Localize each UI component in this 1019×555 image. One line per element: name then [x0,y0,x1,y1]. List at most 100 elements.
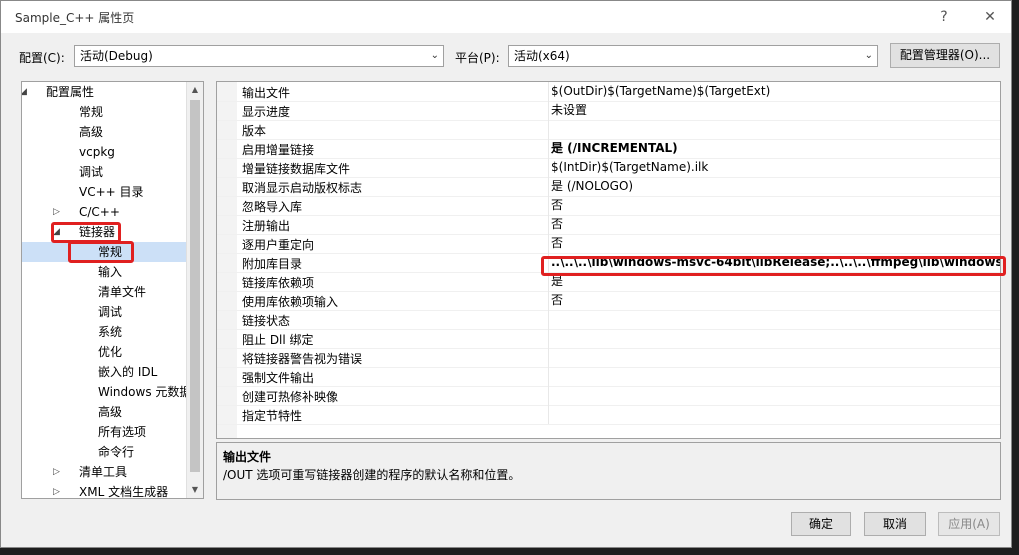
property-row[interactable]: 取消显示启动版权标志 是 (/NOLOGO) [217,177,1000,197]
scroll-up-icon[interactable]: ▲ [187,82,203,98]
tree-item-label: 清单工具 [79,465,128,479]
tree-item-label: 高级 [98,405,123,419]
config-select[interactable]: 活动(Debug) ⌄ [74,45,444,67]
description-title: 输出文件 [223,450,272,464]
cancel-button[interactable]: 取消 [864,512,926,536]
tree-item[interactable]: 调试 [22,302,188,322]
chevron-down-icon: ⌄ [864,50,873,61]
expand-icon[interactable]: ▷ [53,202,60,222]
tree-item-label: 常规 [79,105,104,119]
property-value[interactable] [548,367,1000,386]
property-row[interactable]: 逐用户重定向 否 [217,234,1000,254]
property-row[interactable]: 强制文件输出 [217,367,1000,387]
tree-item[interactable]: 输入 [22,262,188,282]
property-row[interactable]: 版本 [217,120,1000,140]
property-value[interactable]: 未设置 [548,101,1000,120]
close-icon[interactable]: ✕ [977,5,1003,29]
tree-item-label: 高级 [79,125,104,139]
property-value[interactable] [548,120,1000,139]
property-name: 附加库目录 [242,257,303,271]
tree-item[interactable]: ▷ XML 文档生成器 [22,482,188,499]
property-row[interactable]: 链接状态 [217,310,1000,330]
property-row[interactable]: 增量链接数据库文件 $(IntDir)$(TargetName).ilk [217,158,1000,178]
expand-icon[interactable]: ▷ [53,462,60,482]
tree-item[interactable]: 清单文件 [22,282,188,302]
property-value[interactable] [548,329,1000,348]
config-label: 配置(C): [19,51,65,65]
tree-item-label: 配置属性 [46,85,95,99]
tree-item[interactable]: 系统 [22,322,188,342]
platform-select[interactable]: 活动(x64) ⌄ [508,45,878,67]
property-value[interactable]: 否 [548,196,1000,215]
property-name: 忽略导入库 [242,200,303,214]
property-value[interactable]: 否 [548,291,1000,310]
window-title: Sample_C++ 属性页 [15,11,135,25]
property-value[interactable]: $(OutDir)$(TargetName)$(TargetExt) [548,82,1000,101]
tree-item[interactable]: 所有选项 [22,422,188,442]
property-name: 阻止 Dll 绑定 [242,333,314,347]
tree-scrollbar[interactable]: ▲ ▼ [186,82,203,498]
ok-button[interactable]: 确定 [791,512,851,536]
property-row[interactable]: 显示进度 未设置 [217,101,1000,121]
property-row[interactable]: 阻止 Dll 绑定 [217,329,1000,349]
property-value[interactable] [548,348,1000,367]
property-row[interactable]: 将链接器警告视为错误 [217,348,1000,368]
tree-item[interactable]: ▷ C/C++ [22,202,188,222]
property-name: 输出文件 [242,86,291,100]
help-icon[interactable]: ? [931,5,957,29]
property-row[interactable]: 启用增量链接 是 (/INCREMENTAL) [217,139,1000,159]
title-bar: Sample_C++ 属性页 ? ✕ [1,1,1011,33]
tree-item[interactable]: 调试 [22,162,188,182]
tree-item[interactable]: ◢ 配置属性 [22,82,188,102]
property-value[interactable] [548,405,1000,424]
config-value: 活动(Debug) [80,49,153,63]
property-pages-dialog: Sample_C++ 属性页 ? ✕ 配置(C): 活动(Debug) ⌄ 平台… [0,0,1012,548]
property-tree: ◢配置属性常规高级vcpkg调试VC++ 目录▷C/C++◢链接器常规输入清单文… [21,81,204,499]
property-value[interactable]: 是 (/NOLOGO) [548,177,1000,196]
tree-item-label: vcpkg [79,145,115,159]
config-manager-button[interactable]: 配置管理器(O)... [890,43,1000,68]
tree-item[interactable]: 命令行 [22,442,188,462]
property-name: 使用库依赖项输入 [242,295,339,309]
property-value[interactable]: $(IntDir)$(TargetName).ilk [548,158,1000,177]
tree-item[interactable]: vcpkg [22,142,188,162]
property-row[interactable]: 使用库依赖项输入 否 [217,291,1000,311]
scroll-down-icon[interactable]: ▼ [187,482,203,498]
tree-item[interactable]: VC++ 目录 [22,182,188,202]
property-value[interactable]: 是 (/INCREMENTAL) [548,139,1000,158]
property-row[interactable]: 指定节特性 [217,405,1000,425]
tree-item[interactable]: Windows 元数据 [22,382,191,402]
property-row[interactable]: 忽略导入库 否 [217,196,1000,216]
expand-icon[interactable]: ▷ [53,482,60,498]
highlight-general [68,241,134,263]
property-value[interactable]: 否 [548,215,1000,234]
property-row[interactable]: 创建可热修补映像 [217,386,1000,406]
property-name: 将链接器警告视为错误 [242,352,363,366]
tree-item[interactable]: 高级 [22,122,188,142]
property-name: 逐用户重定向 [242,238,315,252]
tree-item-label: 调试 [98,305,123,319]
property-row[interactable]: 注册输出 否 [217,215,1000,235]
tree-item[interactable]: 常规 [22,102,188,122]
tree-item[interactable]: 高级 [22,402,188,422]
property-value[interactable]: 否 [548,234,1000,253]
collapse-icon[interactable]: ◢ [22,82,27,102]
platform-value: 活动(x64) [514,49,570,63]
platform-label: 平台(P): [455,51,500,65]
tree-item[interactable]: 优化 [22,342,188,362]
apply-button[interactable]: 应用(A) [938,512,1000,536]
property-name: 指定节特性 [242,409,303,423]
tree-item-label: XML 文档生成器 [79,485,169,499]
property-value[interactable] [548,310,1000,329]
property-name: 显示进度 [242,105,291,119]
tree-item-label: 优化 [98,345,123,359]
scroll-thumb[interactable] [190,100,200,472]
tree-item[interactable]: ▷ 清单工具 [22,462,188,482]
property-name: 启用增量链接 [242,143,315,157]
property-row[interactable]: 输出文件 $(OutDir)$(TargetName)$(TargetExt) [217,82,1000,102]
tree-item[interactable]: 嵌入的 IDL [22,362,188,382]
property-name: 创建可热修补映像 [242,390,339,404]
property-name: 注册输出 [242,219,291,233]
property-name: 版本 [242,124,267,138]
property-value[interactable] [548,386,1000,405]
